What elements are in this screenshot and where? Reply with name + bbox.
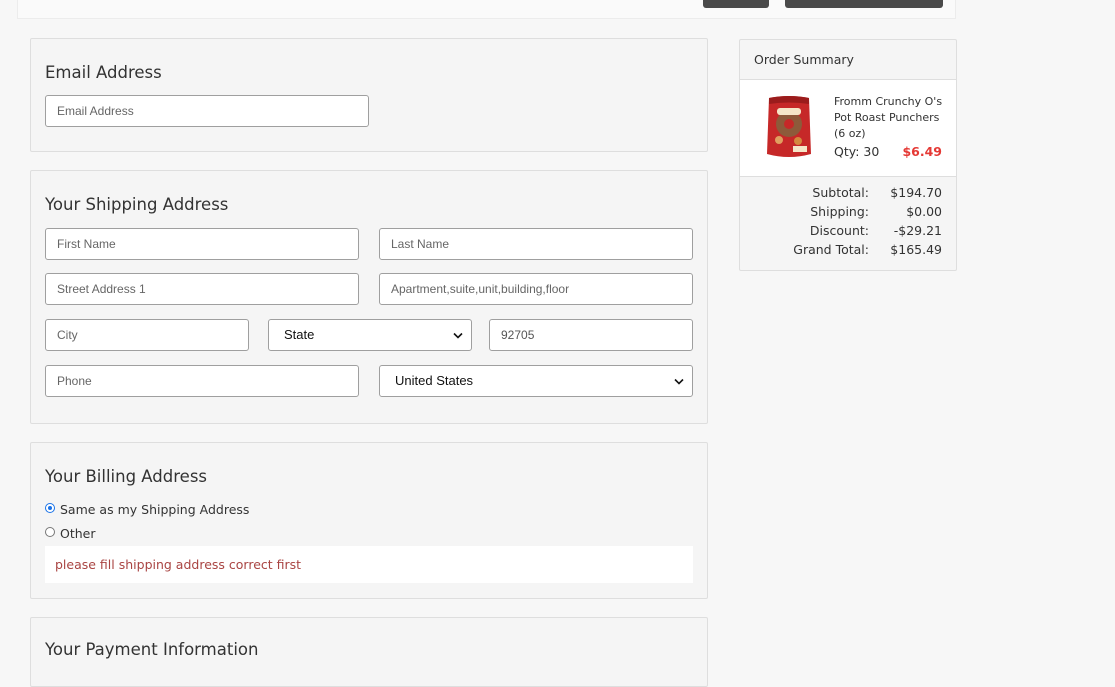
last-name-field[interactable]: Last Name xyxy=(379,228,693,260)
header-button-2[interactable] xyxy=(785,0,943,8)
billing-same-label: Same as my Shipping Address xyxy=(60,502,250,517)
billing-other-label: Other xyxy=(60,526,96,541)
first-name-field[interactable]: First Name xyxy=(45,228,359,260)
subtotal-row: Subtotal: $194.70 xyxy=(740,185,958,204)
chevron-down-icon xyxy=(453,320,463,350)
discount-row: Discount: -$29.21 xyxy=(740,223,958,242)
shipping-section-title: Your Shipping Address xyxy=(45,195,229,214)
state-select[interactable]: State xyxy=(268,319,472,351)
header-button-1[interactable] xyxy=(703,0,769,8)
billing-section: Your Billing Address Same as my Shipping… xyxy=(30,442,708,599)
shipping-row: Shipping: $0.00 xyxy=(740,204,958,223)
subtotal-label: Subtotal: xyxy=(812,185,869,200)
email-section-title: Email Address xyxy=(45,63,162,82)
product-price: $6.49 xyxy=(902,144,942,159)
payment-section-title: Your Payment Information xyxy=(45,640,259,659)
order-summary-title: Order Summary xyxy=(740,40,956,80)
grand-total-value: $165.49 xyxy=(890,242,942,257)
street-address-1-field[interactable]: Street Address 1 xyxy=(45,273,359,305)
billing-other-option[interactable]: Other xyxy=(45,526,96,541)
email-field[interactable]: Email Address xyxy=(45,95,369,127)
state-select-value: State xyxy=(284,327,315,342)
order-summary: Order Summary Fromm Crunchy O's Pot Roas… xyxy=(739,39,957,271)
radio-other[interactable] xyxy=(45,526,55,537)
zip-field[interactable]: 92705 xyxy=(489,319,693,351)
billing-section-title: Your Billing Address xyxy=(45,467,208,486)
product-name[interactable]: Fromm Crunchy O's Pot Roast Punchers (6 … xyxy=(834,94,949,142)
product-quantity: Qty: 30 xyxy=(834,144,880,159)
subtotal-value: $194.70 xyxy=(890,185,942,200)
country-select-value: United States xyxy=(395,373,474,388)
discount-label: Discount: xyxy=(809,223,869,238)
order-totals: Subtotal: $194.70 Shipping: $0.00 Discou… xyxy=(740,185,958,261)
shipping-section: Your Shipping Address First Name Last Na… xyxy=(30,170,708,424)
payment-section: Your Payment Information xyxy=(30,617,708,687)
billing-warning-message: please fill shipping address correct fir… xyxy=(45,546,693,583)
chevron-down-icon xyxy=(674,366,684,396)
country-select[interactable]: United States xyxy=(379,365,693,397)
radio-same-shipping[interactable] xyxy=(45,502,55,513)
shipping-label: Shipping: xyxy=(810,204,869,219)
street-address-2-field[interactable]: Apartment,suite,unit,building,floor xyxy=(379,273,693,305)
phone-field[interactable]: Phone xyxy=(45,365,359,397)
product-image xyxy=(767,96,811,157)
grand-total-row: Grand Total: $165.49 xyxy=(740,242,958,261)
shipping-value: $0.00 xyxy=(906,204,942,219)
city-field[interactable]: City xyxy=(45,319,249,351)
top-header-strip xyxy=(17,0,956,19)
billing-same-option[interactable]: Same as my Shipping Address xyxy=(45,502,249,517)
email-section: Email Address Email Address xyxy=(30,38,708,152)
grand-total-label: Grand Total: xyxy=(793,242,869,257)
discount-value: -$29.21 xyxy=(893,223,942,238)
order-item: Fromm Crunchy O's Pot Roast Punchers (6 … xyxy=(740,80,956,177)
